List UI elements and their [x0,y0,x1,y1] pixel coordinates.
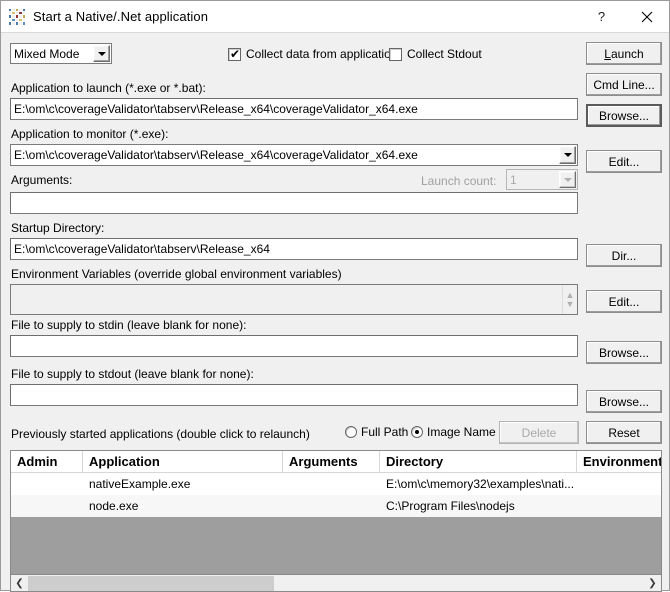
cell-directory: E:\om\c\memory32\examples\nati... [386,477,575,491]
radio-circle-selected [411,426,423,438]
mode-select[interactable]: Mixed Mode [10,43,112,64]
browse-stdout-button-label: Browse... [598,394,649,409]
scroll-left-icon[interactable]: ❮ [11,576,28,591]
chevron-down-icon [559,171,576,188]
cell-directory: C:\Program Files\nodejs [386,499,515,513]
full-path-label: Full Path [361,425,409,439]
launch-count-label: Launch count: [421,174,497,188]
table-horizontal-scrollbar[interactable]: ❮ ❯ [10,575,662,592]
cell-application: node.exe [89,499,139,513]
reset-button-label: Reset [608,425,640,440]
column-header-environment[interactable]: Environment [577,451,661,472]
close-icon [641,11,652,22]
table-header-row: Admin Application Arguments Directory En… [11,451,661,473]
browse-app-button-label: Browse... [598,108,649,123]
image-name-label: Image Name [427,425,496,439]
stdout-file-label: File to supply to stdout (leave blank fo… [11,367,254,381]
checkbox-box-checked: ✔ [228,46,241,61]
full-path-radio[interactable]: Full Path [345,425,408,439]
environment-variables-input[interactable]: ▲ ▼ [10,284,578,315]
edit-env-button-label: Edit... [608,294,640,309]
stdin-file-input[interactable] [10,335,578,357]
browse-app-button[interactable]: Browse... [586,104,662,127]
scrollbar-thumb[interactable] [28,575,275,591]
scrollbar-track[interactable] [28,575,644,591]
collect-stdout-checkbox[interactable]: Collect Stdout [389,47,482,61]
dialog-window: Start a Native/.Net application ? Mixed … [0,0,670,592]
startup-directory-input[interactable]: E:\om\c\coverageValidator\tabserv\Releas… [10,238,578,260]
radio-circle-unselected [345,426,357,438]
dialog-body: Mixed Mode ✔ Collect data from applicati… [1,32,669,592]
cmd-line-button-label: Cmd Line... [593,77,655,92]
delete-button-label: Delete [521,425,557,440]
environment-variables-value [11,285,562,314]
cell-application: nativeExample.exe [89,477,191,491]
spinner-down-icon: ▼ [565,298,575,309]
dir-button[interactable]: Dir... [586,244,662,267]
stdin-file-label: File to supply to stdin (leave blank for… [11,318,247,332]
app-to-launch-label: Application to launch (*.exe or *.bat): [11,81,206,95]
checkbox-box-unchecked [389,47,402,61]
launch-count-spinner: 1 [506,169,578,190]
browse-stdin-button[interactable]: Browse... [586,341,662,364]
scroll-right-icon[interactable]: ❯ [644,576,661,591]
arguments-label: Arguments: [11,173,73,187]
edit-env-button[interactable]: Edit... [586,290,662,313]
stdout-file-input[interactable] [10,384,578,406]
chevron-down-icon[interactable] [559,146,576,164]
table-row[interactable]: nativeExample.exe E:\om\c\memory32\examp… [11,473,661,495]
reset-button[interactable]: Reset [586,421,662,444]
table-row[interactable]: node.exe C:\Program Files\nodejs [11,495,661,517]
close-button[interactable] [624,1,669,32]
column-header-admin[interactable]: Admin [11,451,83,472]
help-icon: ? [597,9,606,24]
collect-data-checkbox[interactable]: ✔ Collect data from application [228,47,397,61]
title-bar: Start a Native/.Net application ? [1,1,669,32]
browse-stdout-button[interactable]: Browse... [586,390,662,413]
app-to-monitor-value: E:\om\c\coverageValidator\tabserv\Releas… [14,148,418,162]
title-bar-buttons: ? [579,1,669,32]
edit-monitor-button[interactable]: Edit... [586,150,662,173]
app-to-launch-input[interactable]: E:\om\c\coverageValidator\tabserv\Releas… [10,98,578,120]
startup-directory-label: Startup Directory: [11,221,105,235]
collect-data-label: Collect data from application [246,47,398,61]
dir-button-label: Dir... [611,248,637,263]
help-button[interactable]: ? [579,1,624,32]
chevron-down-icon [93,45,110,62]
environment-variables-label: Environment Variables (override global e… [11,267,342,281]
column-header-directory[interactable]: Directory [380,451,577,472]
column-header-application[interactable]: Application [83,451,283,472]
table-empty-area [11,517,661,574]
mode-select-value: Mixed Mode [14,46,80,61]
app-to-monitor-combo[interactable]: E:\om\c\coverageValidator\tabserv\Releas… [10,144,578,166]
collect-stdout-label: Collect Stdout [407,47,482,61]
previous-applications-label: Previously started applications (double … [11,427,310,441]
spinner-icon[interactable]: ▲ ▼ [562,285,577,314]
previous-applications-table[interactable]: Admin Application Arguments Directory En… [10,450,662,575]
table-body: nativeExample.exe E:\om\c\memory32\examp… [11,473,661,574]
arguments-input[interactable] [10,192,578,214]
column-header-arguments[interactable]: Arguments [283,451,380,472]
app-to-monitor-label: Application to monitor (*.exe): [11,127,169,141]
browse-stdin-button-label: Browse... [598,345,649,360]
delete-button[interactable]: Delete [499,421,579,444]
launch-button[interactable]: Launch [586,42,662,65]
launch-button-label: Launch [604,46,644,61]
edit-monitor-button-label: Edit... [608,154,640,169]
window-title: Start a Native/.Net application [33,9,209,24]
app-icon [9,8,25,25]
launch-count-value: 1 [510,172,517,187]
cmd-line-button[interactable]: Cmd Line... [586,73,662,96]
image-name-radio[interactable]: Image Name [411,425,496,439]
